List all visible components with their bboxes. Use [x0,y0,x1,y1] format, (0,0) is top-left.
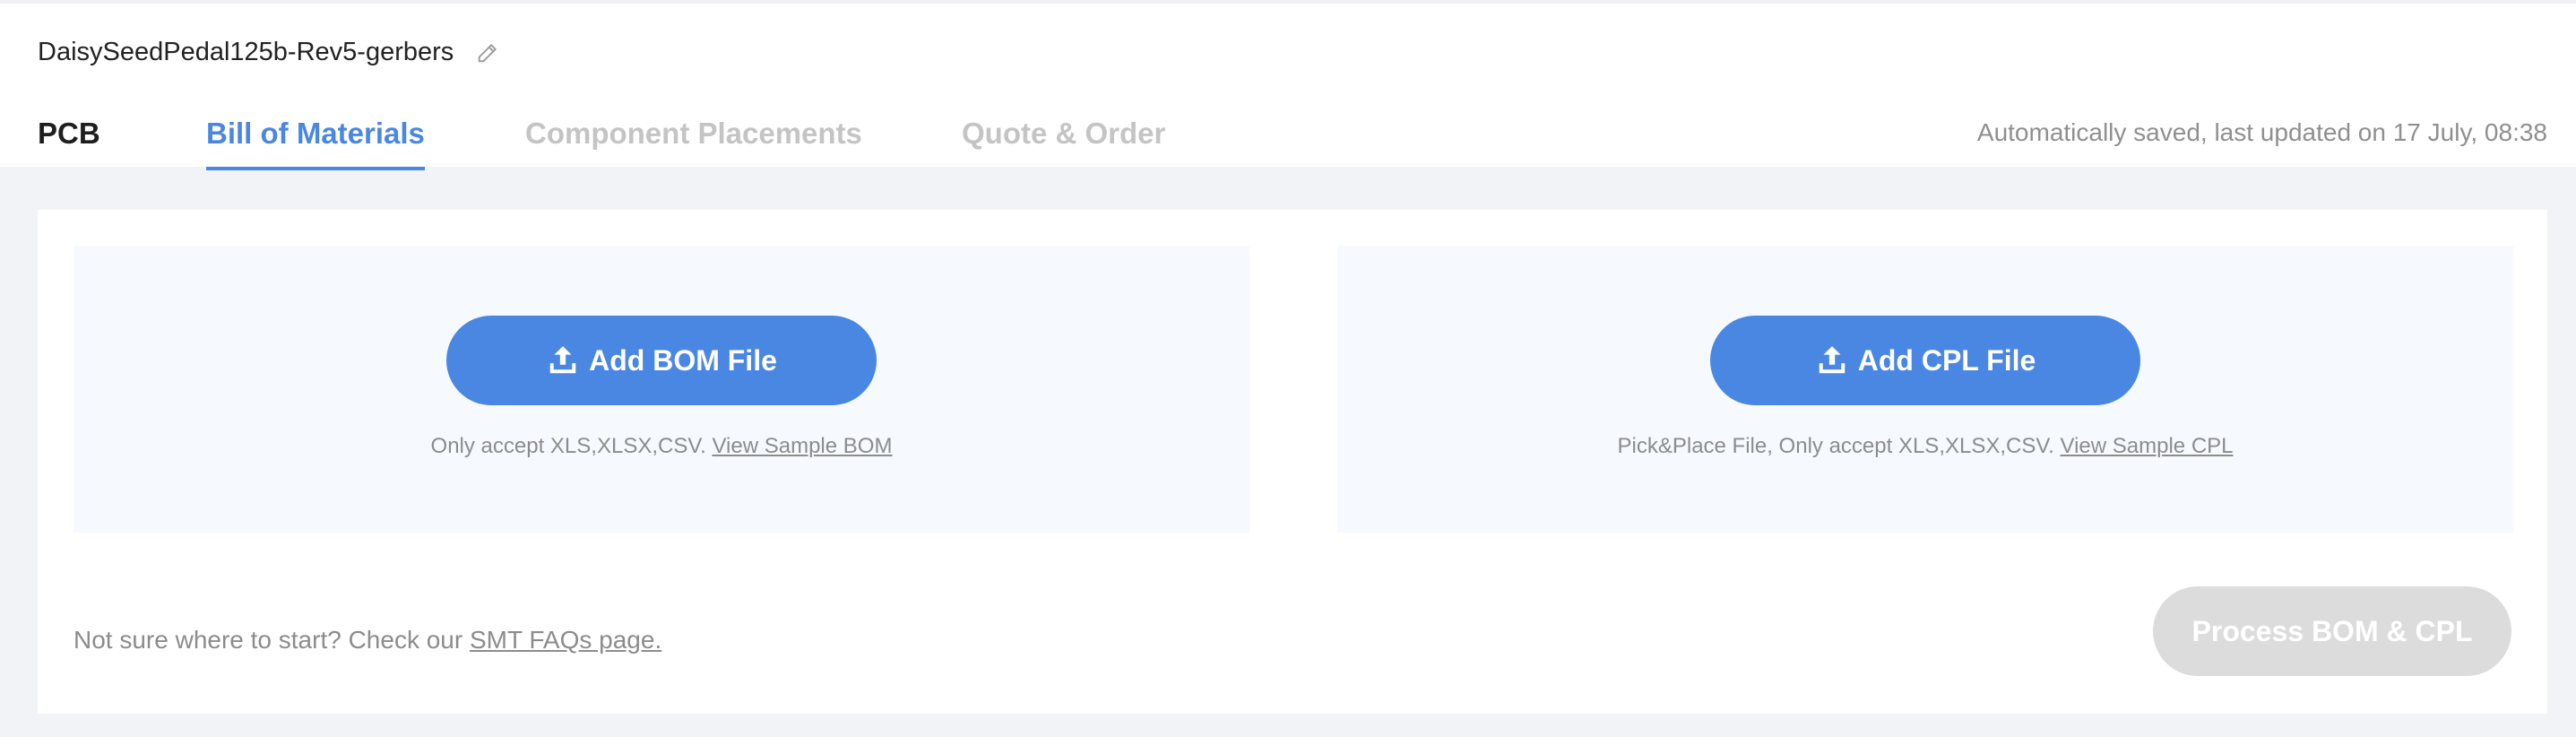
view-sample-bom-link[interactable]: View Sample BOM [712,434,892,458]
tab-quote-and-order: Quote & Order [962,117,1166,150]
view-sample-cpl-link[interactable]: View Sample CPL [2061,434,2234,458]
cpl-upload-panel: Add CPL File Pick&Place File, Only accep… [1337,246,2513,533]
upload-card: Add BOM File Only accept XLS,XLSX,CSV. V… [38,210,2547,714]
page-header: DaisySeedPedal125b-Rev5-gerbers PCB Bill… [0,0,2576,170]
add-cpl-file-label: Add CPL File [1857,343,2036,377]
upload-icon [1815,343,1849,377]
cpl-accepted-formats: Pick&Place File, Only accept XLS,XLSX,CS… [1337,434,2513,459]
smt-faqs-link[interactable]: SMT FAQs page. [470,626,661,654]
process-bom-cpl-button[interactable]: Process BOM & CPL [2153,586,2511,676]
help-prompt: Not sure where to start? Check our [73,626,463,654]
tab-component-placements: Component Placements [525,117,862,150]
add-bom-file-button[interactable]: Add BOM File [446,316,877,405]
autosave-status: Automatically saved, last updated on 17 … [1976,118,2547,146]
bom-note-text: Only accept XLS,XLSX,CSV. [430,434,706,458]
add-cpl-file-button[interactable]: Add CPL File [1710,316,2140,405]
project-name: DaisySeedPedal125b-Rev5-gerbers [38,38,454,66]
tab-bill-of-materials[interactable]: Bill of Materials [206,117,425,170]
pencil-icon[interactable] [475,40,500,65]
add-bom-file-label: Add BOM File [589,343,777,377]
bom-upload-panel: Add BOM File Only accept XLS,XLSX,CSV. V… [73,246,1249,533]
project-title-row: DaisySeedPedal125b-Rev5-gerbers [38,38,500,67]
cpl-note-text: Pick&Place File, Only accept XLS,XLSX,CS… [1617,434,2054,458]
bom-accepted-formats: Only accept XLS,XLSX,CSV. View Sample BO… [73,434,1249,459]
upload-icon [546,343,580,377]
tab-pcb[interactable]: PCB [38,117,100,170]
help-text: Not sure where to start? Check our SMT F… [73,626,661,655]
